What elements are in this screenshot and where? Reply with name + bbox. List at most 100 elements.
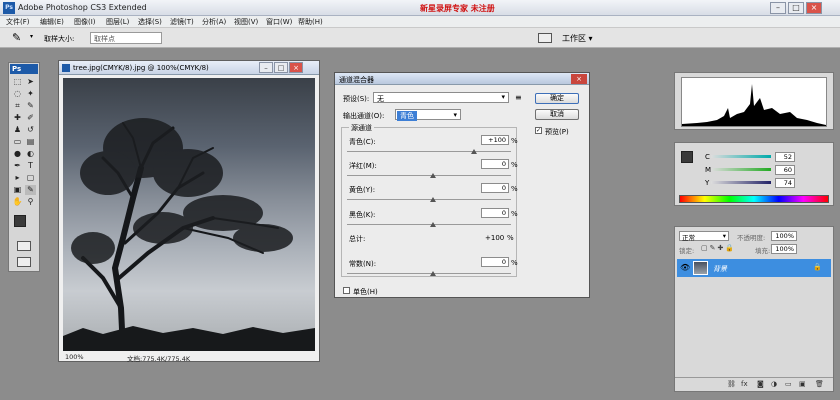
screen-mode-icon[interactable] <box>17 257 31 267</box>
shape-tool-icon[interactable]: ▢ <box>25 173 36 183</box>
magenta-color-slider[interactable] <box>711 168 771 171</box>
dock-toggle-icon[interactable] <box>538 33 552 43</box>
layer-visibility-eye-icon[interactable]: 👁 <box>680 263 690 272</box>
menu-window[interactable]: 窗口(W) <box>266 17 292 27</box>
yellow-input[interactable]: 0 <box>481 183 509 193</box>
cyan-slider-thumb[interactable] <box>471 149 477 154</box>
close-button[interactable]: × <box>806 2 822 14</box>
history-brush-icon[interactable]: ↺ <box>25 125 36 135</box>
fill-input[interactable]: 100% <box>771 244 797 254</box>
yellow-color-slider[interactable] <box>711 181 771 184</box>
doc-maximize-button[interactable]: □ <box>274 62 288 73</box>
magic-wand-icon[interactable]: ✦ <box>25 89 36 99</box>
yellow-color-value[interactable]: 74 <box>775 178 795 188</box>
image-canvas[interactable] <box>63 78 315 351</box>
cyan-color-value[interactable]: 52 <box>775 152 795 162</box>
recorder-watermark: 新星录屏专家 未注册 <box>420 4 495 13</box>
magenta-color-value[interactable]: 60 <box>775 165 795 175</box>
eyedropper-active-icon[interactable]: ✎ <box>25 185 36 195</box>
blend-mode-select[interactable]: 正常 ▾ <box>679 231 729 242</box>
clone-stamp-icon[interactable]: ♟ <box>12 125 23 135</box>
menu-view[interactable]: 视图(V) <box>234 17 258 27</box>
pen-tool-icon[interactable]: ✒ <box>12 161 23 171</box>
output-channel-select[interactable]: 青色 ▾ <box>395 109 461 121</box>
cyan-color-slider[interactable] <box>711 155 771 158</box>
maximize-button[interactable]: □ <box>788 2 804 14</box>
gradient-tool-icon[interactable]: ▤ <box>25 137 36 147</box>
new-layer-icon[interactable]: ▣ <box>799 380 806 388</box>
move-tool-icon[interactable]: ➤ <box>25 77 36 87</box>
yellow-slider-track[interactable] <box>347 199 511 200</box>
blur-tool-icon[interactable]: ● <box>12 149 23 159</box>
lock-icons[interactable]: ▢✎✚🔒 <box>701 244 736 252</box>
opacity-input[interactable]: 100% <box>771 231 797 241</box>
constant-slider-thumb[interactable] <box>430 271 436 276</box>
magenta-input[interactable]: 0 <box>481 159 509 169</box>
zoom-tool-icon[interactable]: ⚲ <box>25 197 36 207</box>
minimize-button[interactable]: – <box>770 2 786 14</box>
fill-label: 填充: <box>755 247 771 255</box>
lasso-tool-icon[interactable]: ◌ <box>12 89 23 99</box>
preset-select[interactable]: 无 ▾ <box>373 92 509 103</box>
foreground-color-swatch[interactable] <box>14 215 26 227</box>
hand-tool-icon[interactable]: ✋ <box>12 197 23 207</box>
cyan-slider-track[interactable] <box>347 151 511 152</box>
color-letter-y: Y <box>705 179 710 187</box>
layers-footer: ⛓ fx ◙ ◑ ▭ ▣ 🗑 <box>675 377 833 391</box>
title-bar: Ps Adobe Photoshop CS3 Extended 新星录屏专家 未… <box>0 0 840 16</box>
menu-image[interactable]: 图像(I) <box>74 17 96 27</box>
sample-size-select[interactable]: 取样点 <box>90 32 162 44</box>
quick-mask-icon[interactable] <box>17 241 31 251</box>
eyedropper-icon[interactable]: ✎ <box>12 32 21 44</box>
dodge-tool-icon[interactable]: ◐ <box>25 149 36 159</box>
menu-filter[interactable]: 滤镜(T) <box>170 17 194 27</box>
type-tool-icon[interactable]: T <box>25 161 36 171</box>
healing-brush-icon[interactable]: ✚ <box>12 113 23 123</box>
workspace-button[interactable]: 工作区 ▾ <box>562 33 593 44</box>
opacity-label: 不透明度: <box>737 234 766 242</box>
yellow-pct: % <box>511 185 518 193</box>
cancel-button[interactable]: 取消 <box>535 109 579 120</box>
cyan-input[interactable]: +100 <box>481 135 509 145</box>
doc-minimize-button[interactable]: – <box>259 62 273 73</box>
black-slider-track[interactable] <box>347 224 511 225</box>
brush-tool-icon[interactable]: ✐ <box>25 113 36 123</box>
doc-close-button[interactable]: × <box>289 62 303 73</box>
monochrome-checkbox[interactable] <box>343 287 350 294</box>
color-spectrum-ramp[interactable] <box>679 195 829 203</box>
layer-lock-icon: 🔒 <box>813 263 822 271</box>
magenta-slider-track[interactable] <box>347 175 511 176</box>
menu-help[interactable]: 帮助(H) <box>298 17 323 27</box>
yellow-slider-thumb[interactable] <box>430 197 436 202</box>
zoom-level[interactable]: 100% <box>65 353 84 361</box>
layer-row-background[interactable]: 👁 背景 🔒 <box>677 259 831 277</box>
eraser-tool-icon[interactable]: ▭ <box>12 137 23 147</box>
dialog-close-button[interactable]: × <box>571 74 587 84</box>
group-icon[interactable]: ▭ <box>785 380 792 388</box>
preview-checkbox[interactable]: ✓ <box>535 127 542 134</box>
eyedropper-tool-icon[interactable]: ✎ <box>25 101 36 111</box>
preset-options-icon[interactable]: ≡ <box>515 93 522 102</box>
layer-mask-icon[interactable]: ◙ <box>757 380 764 388</box>
layer-style-icon[interactable]: fx <box>741 380 748 388</box>
magenta-slider-thumb[interactable] <box>430 173 436 178</box>
path-select-icon[interactable]: ▸ <box>12 173 23 183</box>
ok-button[interactable]: 确定 <box>535 93 579 104</box>
menu-edit[interactable]: 编辑(E) <box>40 17 64 27</box>
menu-layer[interactable]: 图层(L) <box>106 17 129 27</box>
black-input[interactable]: 0 <box>481 208 509 218</box>
panel-foreground-swatch[interactable] <box>681 151 693 163</box>
menu-analysis[interactable]: 分析(A) <box>202 17 226 27</box>
black-slider-thumb[interactable] <box>430 222 436 227</box>
adjustment-layer-icon[interactable]: ◑ <box>771 380 777 388</box>
menu-select[interactable]: 选择(S) <box>138 17 162 27</box>
constant-input[interactable]: 0 <box>481 257 509 267</box>
trash-icon[interactable]: 🗑 <box>815 380 824 388</box>
notes-tool-icon[interactable]: ▣ <box>12 185 23 195</box>
tool-preset-chevron-icon[interactable]: ▾ <box>30 33 33 40</box>
constant-slider-track[interactable] <box>347 273 511 274</box>
crop-tool-icon[interactable]: ⌗ <box>12 101 23 111</box>
marquee-tool-icon[interactable]: ⬚ <box>12 77 23 87</box>
link-layers-icon[interactable]: ⛓ <box>727 380 736 388</box>
menu-file[interactable]: 文件(F) <box>6 17 30 27</box>
